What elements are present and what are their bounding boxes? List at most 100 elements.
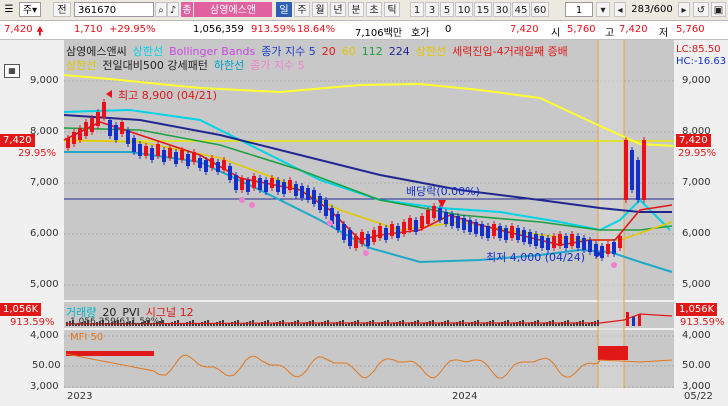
period-tab-1[interactable]: 주 [294,2,310,17]
mfi-band-right [598,346,628,360]
price-tick-left-3: 6,000 [30,228,59,239]
candle-body [168,148,172,158]
grid-settings-icon[interactable]: ▦ [4,64,20,78]
volume-bar [315,324,317,326]
period-tab-6[interactable]: 틱 [384,2,400,17]
legend-item-7[interactable]: 224 [389,45,410,58]
mfi-legend: MFI 50 [70,332,104,343]
low-label: 저 [659,28,669,39]
search-icon[interactable]: ⌕ [155,2,167,17]
period-tab-4[interactable]: 분 [348,2,364,17]
candle-body [564,236,568,248]
candle-body [600,246,604,258]
candle-body [294,184,298,196]
legend2-item-2[interactable]: 하한선 [214,59,244,72]
hc-value: HC:-16.63 [676,56,727,67]
candle-body [288,180,292,190]
menu-icon[interactable]: ☰ [2,2,16,17]
legend-item-9[interactable]: 세력진입-4거래일째 증배 [452,45,568,58]
candle-body [306,188,310,200]
interval-button-1[interactable]: 1 [410,2,424,17]
candle-body [576,236,580,248]
legend-item-6[interactable]: 112 [362,45,383,58]
interval-input[interactable]: 1 [565,2,593,17]
volume-bar [210,324,212,326]
price-tick-right-0: 9,000 [682,75,711,86]
candle-body [390,224,394,236]
volume-tag-right: 1,056K [676,303,718,316]
period-tab-0[interactable]: 일 [276,2,292,17]
candle-body [228,166,232,180]
price-tick-right-6: 3,000 [682,381,711,392]
interval-button-15[interactable]: 15 [474,2,492,17]
chart-toolbar: ☰ 주▾ 전 361670 ⌕ ♪ 종 삼영에스앤 일주월년분초틱 1 3 5 10 1… [0,0,728,21]
candle-body [246,180,250,192]
candle-body [354,236,358,248]
time-label-end: 05/22 [684,391,713,402]
scroll-left-icon[interactable]: ◂ [614,2,626,17]
interval-button-60[interactable]: 60 [531,2,549,17]
stock-code-input[interactable]: 361670 [74,2,154,17]
legend2-item-0[interactable]: 상한선 [66,59,96,72]
candle-body [270,178,274,188]
candle-body [462,218,466,230]
interval-button-3[interactable]: 3 [425,2,439,17]
price-tick-right-1: 8,000 [682,126,711,137]
save-icon[interactable]: ▣ [711,2,726,17]
type-select[interactable]: 주▾ [19,2,41,17]
candle-body [492,224,496,236]
volume-bar [510,324,512,326]
candle-body [336,214,340,230]
interval-button-30[interactable]: 30 [493,2,511,17]
candle-body [612,242,616,254]
candle-body [624,140,628,200]
legend-item-4[interactable]: 20 [322,45,336,58]
volume-bar [270,324,272,326]
jeon-button[interactable]: 전 [53,2,71,17]
candle-body [204,160,208,172]
volume-bar [420,324,422,326]
candle-body [504,228,508,240]
candle-body [618,236,622,248]
volume-tag-left: 1,056K [0,303,42,316]
volume-bar [465,324,467,326]
candle-body [636,160,640,200]
legend2-item-3[interactable]: 종가 지수 5 [250,59,304,72]
quote-low: 5,760 [676,24,705,35]
candle-body [468,220,472,232]
candle-body [426,210,430,224]
candle-body [102,102,106,118]
chart-canvas[interactable] [0,40,728,406]
volume-bar [450,324,452,326]
volume-bar [390,324,392,326]
period-tab-2[interactable]: 월 [312,2,328,17]
volume-bar [435,324,437,326]
quote-high: 7,420 [619,24,648,35]
volume-bar [480,324,482,326]
legend2-item-1[interactable]: 전일대비500 강세패턴 [102,59,207,72]
candle-body [450,214,454,226]
volume-bar [165,324,167,326]
time-label-2023: 2023 [67,391,93,402]
legend-item-8[interactable]: 상한선 [416,45,446,58]
chevron-down-icon[interactable]: ▾ [596,2,610,17]
period-tab-3[interactable]: 년 [330,2,346,17]
reset-icon[interactable]: ↺ [693,2,709,17]
interval-button-10[interactable]: 10 [455,2,473,17]
interval-button-5[interactable]: 5 [440,2,454,17]
volume-bar [405,324,407,326]
candle-body [420,216,424,228]
scroll-right-icon[interactable]: ▸ [678,2,690,17]
interval-button-45[interactable]: 45 [512,2,530,17]
period-tab-5[interactable]: 초 [366,2,382,17]
candle-body [348,230,352,246]
volume-bar [195,324,197,326]
candle-body [570,234,574,246]
legend-item-5[interactable]: 60 [342,45,356,58]
candle-body [78,128,82,140]
volume-bar [231,322,233,326]
candle-body [162,150,166,162]
speaker-icon[interactable]: ♪ [167,2,179,17]
signal-marker [363,250,369,256]
stock-chart[interactable]: ▦ 삼영에스앤씨 상한선 Bollinger Bands 종가 지수 5 20 60 112… [0,40,728,406]
